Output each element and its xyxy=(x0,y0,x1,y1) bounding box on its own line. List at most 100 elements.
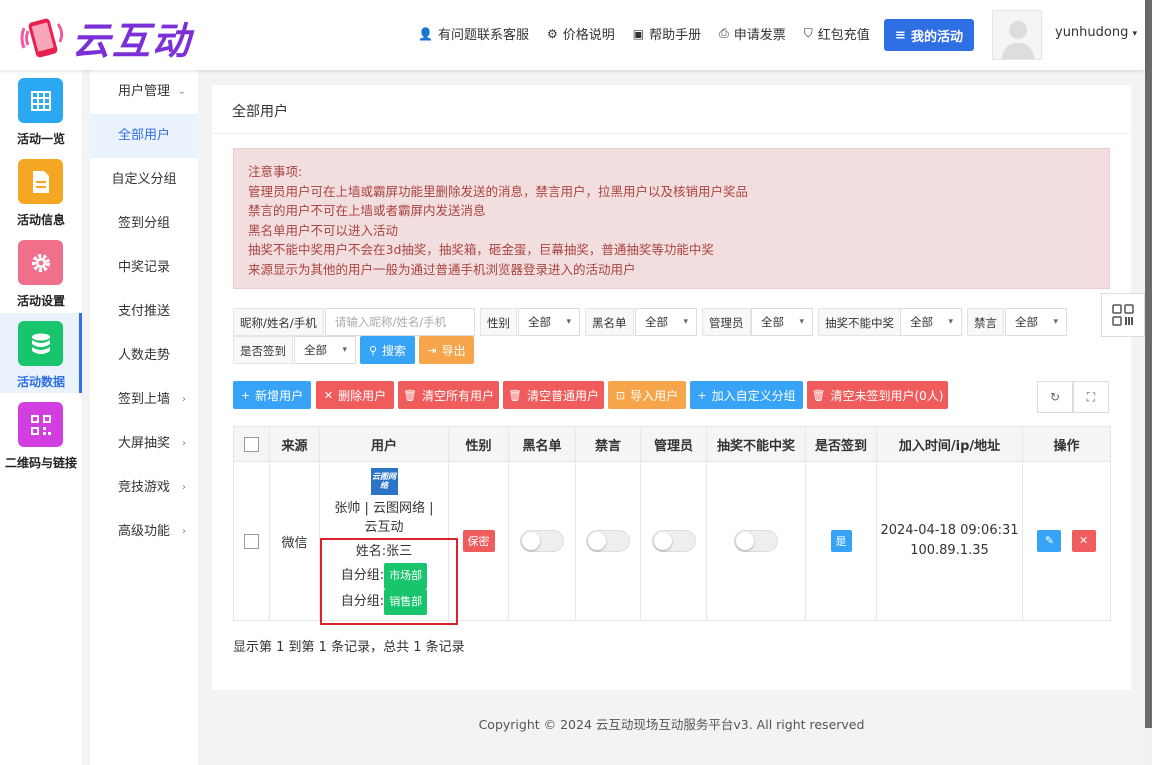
export-button[interactable]: ⇥ 导出 xyxy=(419,336,474,364)
chevron-right-icon: › xyxy=(182,482,186,493)
no-win-select[interactable]: 全部 ▾ xyxy=(900,308,962,336)
refresh-button[interactable]: ↻ xyxy=(1037,381,1073,413)
sidebar-item-activity-data[interactable]: 活动数据 xyxy=(0,313,82,393)
list-icon: ≡ xyxy=(895,27,906,43)
gear-icon xyxy=(18,240,63,285)
highlight-box xyxy=(320,538,458,625)
sidebar-item-activity-overview[interactable]: 活动一览 xyxy=(0,70,82,150)
header-mute[interactable]: 禁言 xyxy=(575,426,641,462)
import-icon: ⊡ xyxy=(615,388,626,402)
header-signed[interactable]: 是否签到 xyxy=(805,426,877,462)
submenu-advanced-features[interactable]: 高级功能 › xyxy=(90,510,198,554)
printer-icon: ⎙ xyxy=(719,26,729,40)
source-cell: 微信 xyxy=(269,461,320,621)
signed-select[interactable]: 全部 ▾ xyxy=(294,336,356,364)
submenu-signin-groups[interactable]: 签到分组 xyxy=(90,202,198,246)
redpacket-recharge-link[interactable]: ⛉ 红包充值 xyxy=(804,24,870,43)
content-panel: 全部用户 注意事项: 管理员用户可在上墙或霸屏功能里删除发送的消息，禁言用户，拉… xyxy=(212,85,1131,690)
user-nickname: 张帅 | 云图网络 | 云互动 xyxy=(334,500,434,535)
add-to-group-button[interactable]: + 加入自定义分组 xyxy=(690,381,803,409)
clear-unsigned-users-button[interactable]: 🗑 清空未签到用户(0人) xyxy=(807,381,948,409)
user-menu[interactable]: yunhudong ▾ xyxy=(1055,25,1137,40)
no-win-toggle[interactable] xyxy=(734,530,778,552)
header-blacklist[interactable]: 黑名单 xyxy=(508,426,576,462)
submenu-prize-records[interactable]: 中奖记录 xyxy=(90,246,198,290)
sidebar-item-qrcode-links[interactable]: 二维码与链接 xyxy=(0,394,82,474)
notice-alert: 注意事项: 管理员用户可在上墙或霸屏功能里删除发送的消息，禁言用户，拉黑用户以及… xyxy=(233,148,1110,289)
scrollbar-thumb[interactable] xyxy=(1145,0,1152,728)
sidebar-item-activity-info[interactable]: 活动信息 xyxy=(0,151,82,231)
logo[interactable]: 云互动 xyxy=(18,10,192,65)
header-no-win[interactable]: 抽奖不能中奖 xyxy=(706,426,806,462)
book-icon: ▣ xyxy=(632,26,645,41)
clear-normal-users-button[interactable]: 🗑 清空普通用户 xyxy=(503,381,604,409)
header-source[interactable]: 来源 xyxy=(269,426,320,462)
mute-cell xyxy=(575,461,641,621)
pricing-link[interactable]: ⚙ 价格说明 xyxy=(547,24,615,44)
sub-sidebar: 用户管理 ⌄ 全部用户 自定义分组 签到分组 中奖记录 支付推送 人数走势 签到上… xyxy=(90,70,198,765)
invoice-link[interactable]: ⎙ 申请发票 xyxy=(719,24,786,43)
header-actions[interactable]: 操作 xyxy=(1022,426,1111,462)
add-user-button[interactable]: + 新增用户 xyxy=(233,381,311,409)
blacklist-select[interactable]: 全部 ▾ xyxy=(635,308,697,336)
admin-select[interactable]: 全部 ▾ xyxy=(751,308,813,336)
delete-row-button[interactable]: ✕ xyxy=(1071,530,1096,552)
delete-user-button[interactable]: ✕ 删除用户 xyxy=(316,381,394,409)
select-all-checkbox[interactable] xyxy=(244,436,259,452)
close-icon: ✕ xyxy=(1078,534,1089,547)
submenu-custom-groups[interactable]: 自定义分组 xyxy=(90,158,198,202)
search-button[interactable]: ⚲ 搜索 xyxy=(360,336,415,364)
qrcode-float-button[interactable] xyxy=(1101,293,1145,337)
caret-down-icon: ▾ xyxy=(1053,317,1058,327)
submenu-big-screen-lottery[interactable]: 大屏抽奖 › xyxy=(90,422,198,466)
nickname-search-input[interactable]: 请输入昵称/姓名/手机 xyxy=(325,308,475,336)
fullscreen-button[interactable]: ⛶ xyxy=(1073,381,1109,413)
qrcode-icon xyxy=(18,402,63,447)
submenu-user-management[interactable]: 用户管理 ⌄ xyxy=(90,70,198,114)
export-icon: ⇥ xyxy=(427,343,437,357)
chevron-down-icon: ⌄ xyxy=(177,86,186,97)
edit-button[interactable]: ✎ xyxy=(1037,530,1062,552)
chevron-right-icon: › xyxy=(182,526,186,537)
trash-icon: 🗑 xyxy=(403,388,417,402)
pagination-info: 显示第 1 到第 1 条记录，总共 1 条记录 xyxy=(233,640,465,655)
mute-toggle[interactable] xyxy=(586,530,630,552)
submenu-people-trend[interactable]: 人数走势 xyxy=(90,334,198,378)
submenu-payment-push[interactable]: 支付推送 xyxy=(90,290,198,334)
gender-badge: 保密 xyxy=(462,530,495,552)
avatar[interactable] xyxy=(992,10,1042,60)
phone-logo-icon xyxy=(18,14,66,62)
caret-down-icon: ▾ xyxy=(1132,29,1138,39)
chevron-right-icon: › xyxy=(182,438,186,449)
gender-select[interactable]: 全部 ▾ xyxy=(518,308,580,336)
sidebar-item-activity-settings[interactable]: 活动设置 xyxy=(0,232,82,312)
submenu-signin-wall[interactable]: 签到上墙 › xyxy=(90,378,198,422)
contact-support-link[interactable]: 👤 有问题联系客服 xyxy=(418,24,529,44)
header-join-time[interactable]: 加入时间/ip/地址 xyxy=(876,426,1023,462)
help-manual-link[interactable]: ▣ 帮助手册 xyxy=(632,24,701,44)
import-user-button[interactable]: ⊡ 导入用户 xyxy=(608,381,686,409)
chevron-right-icon: › xyxy=(182,394,186,405)
submenu-all-users[interactable]: 全部用户 xyxy=(90,114,198,158)
my-activity-button[interactable]: ≡ 我的活动 xyxy=(884,19,974,51)
close-icon: ✕ xyxy=(323,388,334,402)
caret-down-icon: ▾ xyxy=(948,317,953,327)
mute-filter-label: 禁言 xyxy=(967,308,1004,336)
header-gender[interactable]: 性别 xyxy=(448,426,509,462)
signed-filter-label: 是否签到 xyxy=(233,336,293,364)
clear-all-users-button[interactable]: 🗑 清空所有用户 xyxy=(398,381,499,409)
signed-cell: 是 xyxy=(805,461,877,621)
submenu-competitive-games[interactable]: 竞技游戏 › xyxy=(90,466,198,510)
refresh-icon: ↻ xyxy=(1049,390,1061,404)
user-add-icon: 👤 xyxy=(418,26,433,41)
page-title: 全部用户 xyxy=(232,104,288,120)
mute-select[interactable]: 全部 ▾ xyxy=(1005,308,1067,336)
row-checkbox[interactable] xyxy=(244,533,259,549)
admin-toggle[interactable] xyxy=(651,530,696,552)
header-user[interactable]: 用户 xyxy=(319,426,449,462)
trash-icon: 🗑 xyxy=(811,388,826,402)
header-admin[interactable]: 管理员 xyxy=(640,426,707,462)
row-select-cell xyxy=(233,461,270,621)
blacklist-toggle[interactable] xyxy=(520,530,564,552)
page-scrollbar[interactable] xyxy=(1145,0,1152,765)
